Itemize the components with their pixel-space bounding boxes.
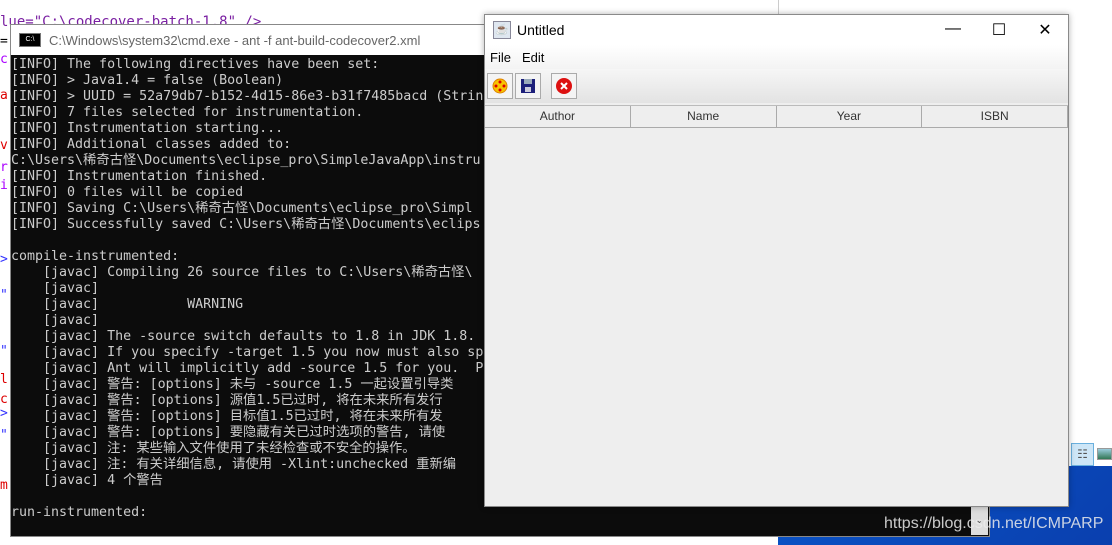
java-window[interactable]: ☕ Untitled — ☐ ✕ File Edit Author Name Y…	[484, 14, 1069, 507]
editor-char: >	[0, 406, 8, 421]
toolbar	[485, 69, 1068, 103]
delete-button[interactable]	[551, 73, 577, 99]
column-name[interactable]: Name	[630, 106, 777, 128]
column-isbn[interactable]: ISBN	[922, 106, 1068, 128]
editor-char: r	[0, 160, 8, 175]
menu-file[interactable]: File	[490, 50, 511, 65]
editor-char: m	[0, 478, 8, 493]
editor-char: =	[0, 34, 8, 49]
java-title-bar[interactable]: ☕ Untitled — ☐ ✕	[485, 15, 1068, 45]
editor-char: l	[0, 372, 8, 387]
column-year[interactable]: Year	[776, 106, 923, 128]
save-button[interactable]	[515, 73, 541, 99]
editor-char: c	[0, 392, 8, 407]
watermark: https://blog.csdn.net/ICMPARP	[884, 515, 1104, 532]
open-button[interactable]	[487, 73, 513, 99]
table-header: Author Name Year ISBN	[485, 105, 1068, 128]
editor-char: "	[0, 428, 8, 443]
column-author[interactable]: Author	[485, 106, 631, 128]
editor-char: "	[0, 344, 8, 359]
editor-char: a	[0, 88, 8, 103]
menu-edit[interactable]: Edit	[522, 50, 544, 65]
details-view-icon[interactable]: ☷	[1071, 443, 1094, 466]
cmd-title: C:\Windows\system32\cmd.exe - ant -f ant…	[49, 32, 421, 48]
maximize-button[interactable]: ☐	[976, 20, 1022, 40]
close-icon	[556, 78, 572, 94]
editor-char: c	[0, 52, 8, 67]
editor-char: >	[0, 252, 8, 267]
editor-char: "	[0, 288, 8, 303]
cmd-icon: C:\	[19, 33, 41, 47]
close-button[interactable]: ✕	[1022, 20, 1068, 40]
preview-view-icon[interactable]	[1097, 448, 1112, 460]
java-title: Untitled	[517, 22, 565, 38]
minimize-button[interactable]: —	[930, 20, 976, 40]
open-icon	[492, 78, 508, 94]
editor-char: i	[0, 178, 8, 193]
menu-bar: File Edit	[485, 45, 1068, 69]
cmd-line: run-instrumented:	[11, 505, 148, 520]
editor-char: v	[0, 138, 8, 153]
save-icon	[521, 79, 535, 93]
java-icon: ☕	[493, 21, 511, 39]
